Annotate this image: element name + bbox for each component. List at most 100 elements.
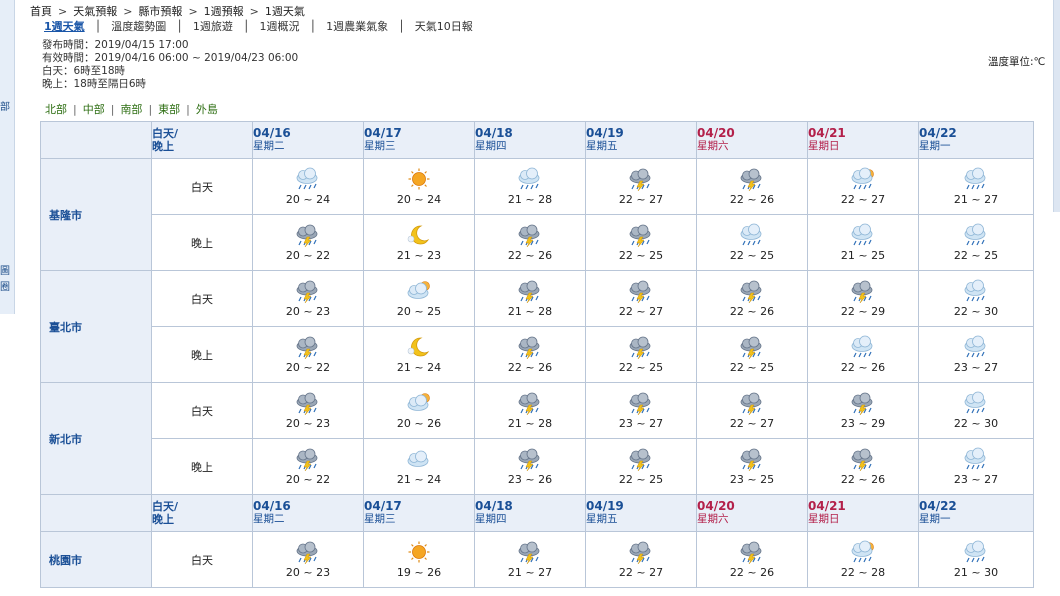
date-label: 04/21 xyxy=(808,126,846,140)
forecast-row: 晚上 20 ~ 22 21 ~ 24 22 ~ 26 22 ~ 25 22 ~ 25 22 … xyxy=(41,326,1034,383)
thunder-rain-icon xyxy=(736,447,768,472)
date-header: 04/19 星期五 xyxy=(585,494,697,532)
day-night-label-1: 白天/ xyxy=(152,127,179,140)
thunder-rain-icon xyxy=(625,223,657,248)
temperature-range: 22 ~ 29 xyxy=(840,305,886,318)
weather-cell: 20 ~ 24 xyxy=(252,158,364,215)
right-scroll-edge[interactable] xyxy=(1053,0,1060,212)
breadcrumb-county[interactable]: 縣市預報 xyxy=(138,5,182,18)
thunder-rain-icon xyxy=(625,540,657,565)
weather-cell: 22 ~ 25 xyxy=(585,438,697,495)
temperature-range: 20 ~ 25 xyxy=(396,305,442,318)
thunder-rain-icon xyxy=(847,391,879,416)
weather-cell: 22 ~ 30 xyxy=(918,270,1034,327)
weather-cell: 22 ~ 27 xyxy=(585,531,697,588)
weather-cell: 20 ~ 25 xyxy=(363,270,475,327)
tab-temp-trend[interactable]: 溫度趨勢圖 xyxy=(101,18,176,34)
weekday-label: 星期三 xyxy=(364,513,396,525)
temperature-range: 22 ~ 27 xyxy=(618,193,664,206)
forecast-info: 發布時間：2019/04/15 17:00 有效時間：2019/04/16 06… xyxy=(42,39,298,91)
moon-icon xyxy=(403,223,435,247)
weather-cell: 22 ~ 28 xyxy=(807,531,919,588)
weather-cell: 22 ~ 25 xyxy=(696,326,808,383)
temperature-range: 21 ~ 28 xyxy=(507,417,553,430)
weekday-label: 星期五 xyxy=(586,140,618,152)
forecast-row: 新北市 白天 20 ~ 23 20 ~ 26 21 ~ 28 23 ~ 27 22 ~ 27… xyxy=(40,382,1034,495)
weather-cell: 22 ~ 25 xyxy=(696,214,808,271)
date-header: 04/21 星期日 xyxy=(807,494,919,532)
thunder-rain-icon xyxy=(514,391,546,416)
tab-week-agri[interactable]: 1週農業氣象 xyxy=(316,18,398,34)
weather-cell: 21 ~ 27 xyxy=(918,158,1034,215)
temperature-range: 20 ~ 23 xyxy=(285,566,331,579)
thunder-rain-icon xyxy=(625,279,657,304)
period-day-label: 白天 xyxy=(151,270,253,327)
weather-cell: 22 ~ 26 xyxy=(474,326,586,383)
date-label: 04/22 xyxy=(919,499,957,513)
temperature-range: 22 ~ 27 xyxy=(840,193,886,206)
weekday-label: 星期五 xyxy=(586,513,618,525)
sun-rain-icon xyxy=(847,540,879,564)
city-name[interactable]: 新北市 xyxy=(40,382,152,495)
thunder-rain-icon xyxy=(736,167,768,192)
weekday-label: 星期二 xyxy=(253,140,285,152)
date-label: 04/18 xyxy=(475,126,513,140)
weather-cell: 22 ~ 26 xyxy=(474,214,586,271)
date-label: 04/18 xyxy=(475,499,513,513)
temperature-range: 22 ~ 25 xyxy=(953,249,999,262)
temperature-range: 20 ~ 26 xyxy=(396,417,442,430)
weather-cell: 22 ~ 27 xyxy=(696,382,808,439)
weather-cell: 20 ~ 26 xyxy=(363,382,475,439)
tab-week-travel[interactable]: 1週旅遊 xyxy=(183,18,243,34)
table-header-row: 白天/晚上 04/16 星期二 04/17 星期三 04/18 星期四 04/19 星期五 04/… xyxy=(40,121,1034,159)
temperature-range: 22 ~ 26 xyxy=(729,305,775,318)
region-central[interactable]: 中部 xyxy=(80,103,108,116)
tab-week-weather[interactable]: 1週天氣 xyxy=(40,18,95,34)
date-header: 04/17 星期三 xyxy=(363,121,475,159)
temperature-range: 22 ~ 27 xyxy=(729,417,775,430)
breadcrumb-weather[interactable]: 天氣預報 xyxy=(73,5,117,18)
breadcrumb-current: 1週天氣 xyxy=(264,5,305,18)
date-label: 04/16 xyxy=(253,499,291,513)
region-east[interactable]: 東部 xyxy=(155,103,183,116)
left-sidebar-edge: 部 圖 圈 xyxy=(0,0,15,314)
thunder-rain-icon xyxy=(292,223,324,248)
weather-cell: 23 ~ 29 xyxy=(807,382,919,439)
city-name[interactable]: 臺北市 xyxy=(40,270,152,383)
tab-week-overview[interactable]: 1週概況 xyxy=(250,18,310,34)
rain-cloud-icon xyxy=(960,223,992,247)
weather-cell: 22 ~ 27 xyxy=(585,270,697,327)
city-name[interactable]: 基隆市 xyxy=(40,158,152,271)
temperature-range: 20 ~ 24 xyxy=(396,193,442,206)
temperature-range: 21 ~ 28 xyxy=(507,305,553,318)
date-header: 04/21 星期日 xyxy=(807,121,919,159)
temperature-range: 22 ~ 27 xyxy=(618,566,664,579)
temperature-range: 19 ~ 26 xyxy=(396,566,442,579)
breadcrumb-home[interactable]: 首頁 xyxy=(30,5,52,18)
weather-cell: 21 ~ 24 xyxy=(363,438,475,495)
period-night-label: 晚上 xyxy=(151,326,253,383)
thunder-rain-icon xyxy=(292,279,324,304)
day-night-label-2: 晚上 xyxy=(152,140,174,153)
weather-cell: 22 ~ 29 xyxy=(807,270,919,327)
weekday-label: 星期六 xyxy=(697,513,729,525)
weather-cell: 20 ~ 22 xyxy=(252,326,364,383)
region-north[interactable]: 北部 xyxy=(42,103,70,116)
rain-cloud-icon xyxy=(514,167,546,191)
side-fragment: 圈 xyxy=(0,282,10,293)
date-label: 04/16 xyxy=(253,126,291,140)
thunder-rain-icon xyxy=(625,335,657,360)
region-south[interactable]: 南部 xyxy=(117,103,145,116)
temperature-range: 21 ~ 25 xyxy=(840,249,886,262)
city-name[interactable]: 桃園市 xyxy=(40,531,152,588)
temperature-range: 22 ~ 25 xyxy=(618,361,664,374)
breadcrumb-week[interactable]: 1週預報 xyxy=(204,5,244,18)
temperature-range: 22 ~ 26 xyxy=(729,193,775,206)
tab-10day[interactable]: 天氣10日報 xyxy=(405,18,483,34)
thunder-rain-icon xyxy=(514,335,546,360)
date-header: 04/16 星期二 xyxy=(252,494,364,532)
region-islands[interactable]: 外島 xyxy=(193,103,221,116)
period-day-label: 白天 xyxy=(151,531,253,588)
weather-cell: 21 ~ 23 xyxy=(363,214,475,271)
weekday-label: 星期一 xyxy=(919,140,951,152)
